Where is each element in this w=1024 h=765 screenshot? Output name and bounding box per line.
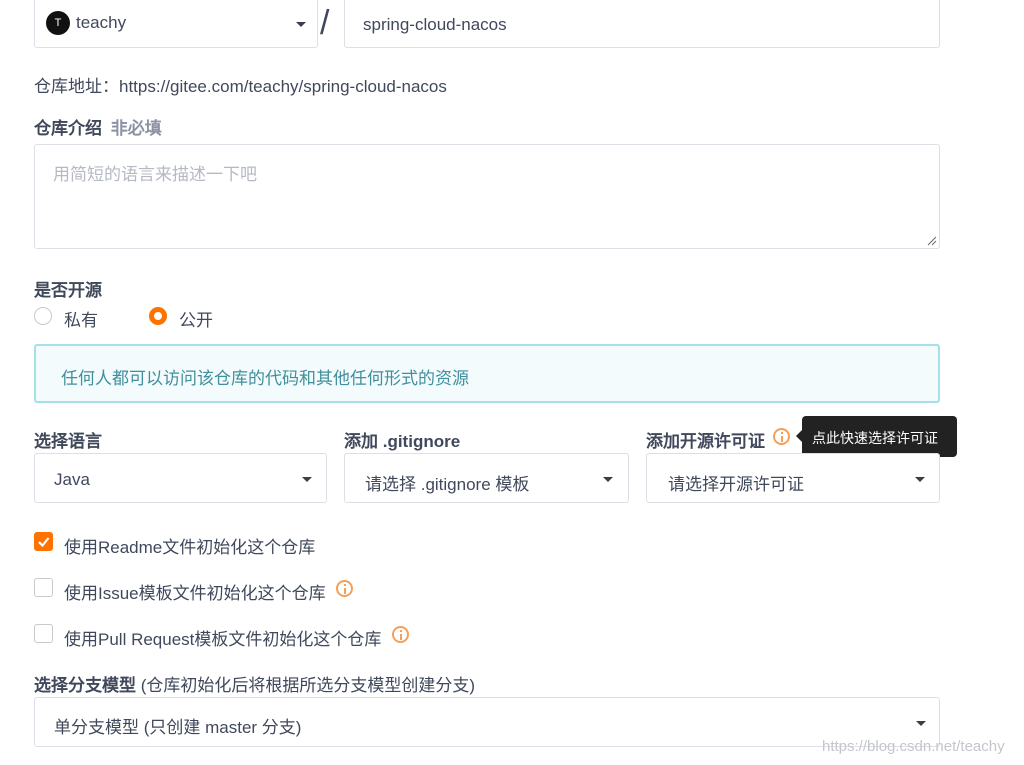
chevron-down-icon — [915, 477, 925, 482]
owner-avatar: T — [46, 11, 70, 35]
gitignore-label: 添加 .gitignore — [344, 432, 461, 451]
description-placeholder: 用简短的语言来描述一下吧 — [53, 165, 257, 184]
description-textarea[interactable]: 用简短的语言来描述一下吧 — [34, 144, 940, 249]
info-icon[interactable] — [336, 580, 353, 597]
watermark: https://blog.csdn.net/teachy — [822, 738, 1005, 755]
radio-public[interactable] — [149, 307, 167, 325]
checkbox-pr-template-label[interactable]: 使用Pull Request模板文件初始化这个仓库 — [64, 625, 381, 650]
visibility-label: 是否开源 — [34, 281, 102, 300]
radio-public-label[interactable]: 公开 — [179, 306, 213, 331]
repo-address: 仓库地址：https://gitee.com/teachy/spring-clo… — [34, 77, 447, 96]
branch-model-hint: (仓库初始化后将根据所选分支模型创建分支) — [140, 676, 476, 695]
chevron-down-icon — [296, 22, 306, 27]
checkbox-issue-template-label[interactable]: 使用Issue模板文件初始化这个仓库 — [64, 579, 326, 604]
check-icon — [38, 537, 50, 548]
license-tooltip: 点此快速选择许可证 — [796, 416, 957, 457]
gitignore-value: 请选择 .gitignore 模板 — [365, 475, 530, 494]
tooltip-arrow — [796, 430, 802, 442]
radio-private-label[interactable]: 私有 — [64, 306, 98, 331]
optional-tag: 非必填 — [110, 119, 162, 138]
info-icon[interactable] — [773, 428, 790, 445]
tooltip-text: 点此快速选择许可证 — [812, 430, 938, 446]
chevron-down-icon — [302, 477, 312, 482]
path-separator: / — [320, 4, 330, 42]
chevron-down-icon — [603, 477, 613, 482]
resize-handle-icon[interactable] — [927, 236, 937, 246]
license-value: 请选择开源许可证 — [668, 475, 804, 494]
checkbox-readme[interactable] — [34, 532, 53, 551]
chevron-down-icon — [916, 721, 926, 726]
owner-select[interactable]: T teachy — [34, 0, 318, 48]
branch-model-label: 选择分支模型 (仓库初始化后将根据所选分支模型创建分支) — [34, 671, 475, 696]
branch-model-label-text: 选择分支模型 — [34, 676, 136, 695]
branch-model-select[interactable]: 单分支模型 (只创建 master 分支) — [34, 697, 940, 747]
checkbox-pr-template[interactable] — [34, 624, 53, 643]
owner-name: teachy — [76, 13, 127, 32]
checkbox-readme-label[interactable]: 使用Readme文件初始化这个仓库 — [64, 533, 315, 558]
language-value: Java — [54, 470, 90, 489]
branch-model-value: 单分支模型 (只创建 master 分支) — [54, 718, 302, 737]
description-label: 仓库介绍 非必填 — [34, 114, 162, 139]
radio-private[interactable] — [34, 307, 52, 325]
visibility-notice: 任何人都可以访问该仓库的代码和其他任何形式的资源 — [34, 344, 940, 403]
visibility-notice-text: 任何人都可以访问该仓库的代码和其他任何形式的资源 — [61, 369, 469, 388]
license-select[interactable]: 请选择开源许可证 — [646, 453, 940, 503]
description-label-text: 仓库介绍 — [34, 119, 102, 138]
repo-name-value: spring-cloud-nacos — [363, 15, 507, 34]
gitignore-select[interactable]: 请选择 .gitignore 模板 — [344, 453, 629, 503]
info-icon[interactable] — [392, 626, 409, 643]
language-label: 选择语言 — [34, 432, 102, 451]
repo-name-input[interactable]: spring-cloud-nacos — [344, 0, 940, 48]
checkbox-issue-template[interactable] — [34, 578, 53, 597]
language-select[interactable]: Java — [34, 453, 327, 503]
license-label: 添加开源许可证 — [646, 432, 765, 451]
